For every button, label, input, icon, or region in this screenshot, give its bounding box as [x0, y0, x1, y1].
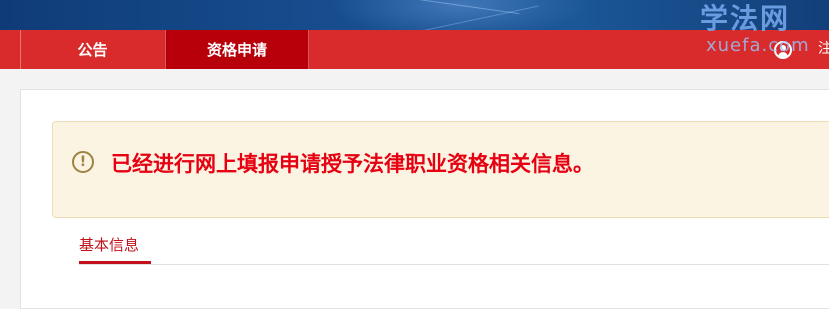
nav-item-announcement[interactable]: 公告 [20, 30, 164, 69]
top-banner [0, 0, 829, 30]
user-icon[interactable] [774, 41, 792, 59]
tabs-divider [79, 264, 829, 265]
main-nav: 公告 资格申请 [0, 30, 829, 69]
notice-message: 已经进行网上填报申请授予法律职业资格相关信息。 [111, 152, 594, 176]
exclamation-circle-icon: ! [72, 151, 94, 173]
nav-partial-label[interactable]: 注 [818, 38, 829, 58]
tab-basic-info[interactable]: 基本信息 [79, 234, 139, 264]
nav-item-qualification-application[interactable]: 资格申请 [165, 30, 309, 69]
